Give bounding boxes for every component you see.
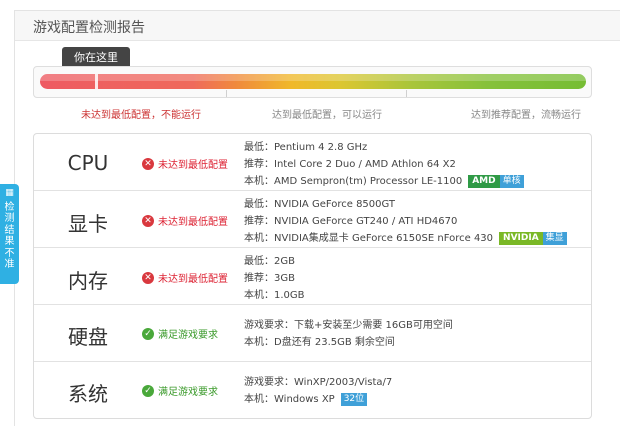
meter-divider (406, 90, 407, 97)
status-fail: ✕ 未达到最低配置 (142, 270, 228, 285)
meter-divider (226, 90, 227, 97)
spec-minimum: 最低：Pentium 4 2.8 GHz (244, 142, 368, 153)
row-label: 系统 (68, 382, 108, 406)
spec-local-text: 本机：AMD Sempron(tm) Processor LE-1100 (244, 176, 463, 187)
spec-requirement: 游戏要求：WinXP/2003/Vista/7 (244, 377, 393, 388)
status-pass: ✓ 满足游戏要求 (142, 383, 218, 398)
amd-logo-badge: AMD (468, 175, 500, 188)
result-row-disk: 硬盘 ✓ 满足游戏要求 游戏要求：下载+安装至少需要 16GB可用空间 本机：D… (34, 305, 591, 362)
level-label-min: 达到最低配置，可以运行 (272, 110, 382, 121)
status-fail: ✕ 未达到最低配置 (142, 156, 228, 171)
row-label: 硬盘 (68, 325, 108, 349)
spec-details: 游戏要求：下载+安装至少需要 16GB可用空间 本机：D盘还有 23.5GB 剩… (244, 317, 453, 351)
result-row-cpu: CPU ✕ 未达到最低配置 最低：Pentium 4 2.8 GHz 推荐：In… (34, 134, 591, 191)
spec-recommended: 推荐：Intel Core 2 Duo / AMD Athlon 64 X2 (244, 159, 456, 170)
spec-local: 本机：1.0GB (244, 290, 305, 301)
page: 游戏配置检测报告 你在这里 未达到最低配置，不能运行 达到最低配置，可以运行 达… (0, 0, 620, 426)
bits-tag-badge: 32位 (340, 393, 368, 406)
spec-details: 最低：NVIDIA GeForce 8500GT 推荐：NVIDIA GeFor… (244, 196, 567, 247)
spec-local: 本机：D盘还有 23.5GB 剩余空间 (244, 337, 395, 348)
status-pass: ✓ 满足游戏要求 (142, 326, 218, 341)
spec-details: 最低：Pentium 4 2.8 GHz 推荐：Intel Core 2 Duo… (244, 139, 524, 190)
result-row-gpu: 显卡 ✕ 未达到最低配置 最低：NVIDIA GeForce 8500GT 推荐… (34, 191, 591, 248)
status-text: 满足游戏要求 (158, 387, 218, 398)
spec-local-text: 本机：Windows XP (244, 394, 335, 405)
meter-gloss (40, 74, 586, 81)
grid-icon: ▦ (5, 188, 14, 198)
spec-requirement: 游戏要求：下载+安装至少需要 16GB可用空间 (244, 320, 453, 331)
result-row-memory: 内存 ✕ 未达到最低配置 最低：2GB 推荐：3GB 本机：1.0GB (34, 248, 591, 305)
fail-icon: ✕ (142, 157, 154, 170)
level-label-below-min: 未达到最低配置，不能运行 (81, 110, 201, 121)
spec-minimum: 最低：NVIDIA GeForce 8500GT (244, 199, 396, 210)
spec-local: 本机：NVIDIA集成显卡 GeForce 6150SE nForce 430 … (244, 230, 567, 247)
panel-header: 游戏配置检测报告 (15, 11, 620, 41)
spec-minimum: 最低：2GB (244, 256, 295, 267)
side-tab-label: 检测结果不准 (4, 201, 15, 271)
spec-local: 本机：AMD Sempron(tm) Processor LE-1100 AMD… (244, 173, 524, 190)
core-tag-badge: 单核 (499, 175, 524, 188)
row-label: 显卡 (68, 212, 108, 236)
status-text: 未达到最低配置 (158, 217, 228, 228)
page-title: 游戏配置检测报告 (33, 20, 145, 36)
nvidia-logo-badge: NVIDIA (499, 232, 543, 245)
row-label: CPU (67, 151, 109, 175)
config-level-meter (33, 66, 592, 98)
status-fail: ✕ 未达到最低配置 (142, 213, 228, 228)
results-table: CPU ✕ 未达到最低配置 最低：Pentium 4 2.8 GHz 推荐：In… (33, 133, 592, 419)
spec-local-text: 本机：NVIDIA集成显卡 GeForce 6150SE nForce 430 (244, 233, 494, 244)
fail-icon: ✕ (142, 271, 154, 284)
status-text: 未达到最低配置 (158, 160, 228, 171)
check-icon: ✓ (142, 384, 154, 397)
meter-position-marker (95, 74, 98, 89)
spec-recommended: 推荐：3GB (244, 273, 295, 284)
row-label: 内存 (68, 269, 108, 293)
level-label-recommended: 达到推荐配置，流畅运行 (471, 110, 581, 121)
fail-icon: ✕ (142, 214, 154, 227)
status-text: 满足游戏要求 (158, 330, 218, 341)
result-row-os: 系统 ✓ 满足游戏要求 游戏要求：WinXP/2003/Vista/7 本机：W… (34, 362, 591, 418)
spec-details: 游戏要求：WinXP/2003/Vista/7 本机：Windows XP 32… (244, 374, 392, 408)
spec-local: 本机：Windows XP 32位 (244, 391, 392, 408)
check-icon: ✓ (142, 327, 154, 340)
integrated-tag-badge: 集显 (542, 232, 567, 245)
spec-recommended: 推荐：NVIDIA GeForce GT240 / ATI HD4670 (244, 216, 458, 227)
spec-details: 最低：2GB 推荐：3GB 本机：1.0GB (244, 253, 305, 304)
status-text: 未达到最低配置 (158, 274, 228, 285)
inaccurate-result-feedback-tab[interactable]: ▦ 检测结果不准 (0, 184, 19, 284)
